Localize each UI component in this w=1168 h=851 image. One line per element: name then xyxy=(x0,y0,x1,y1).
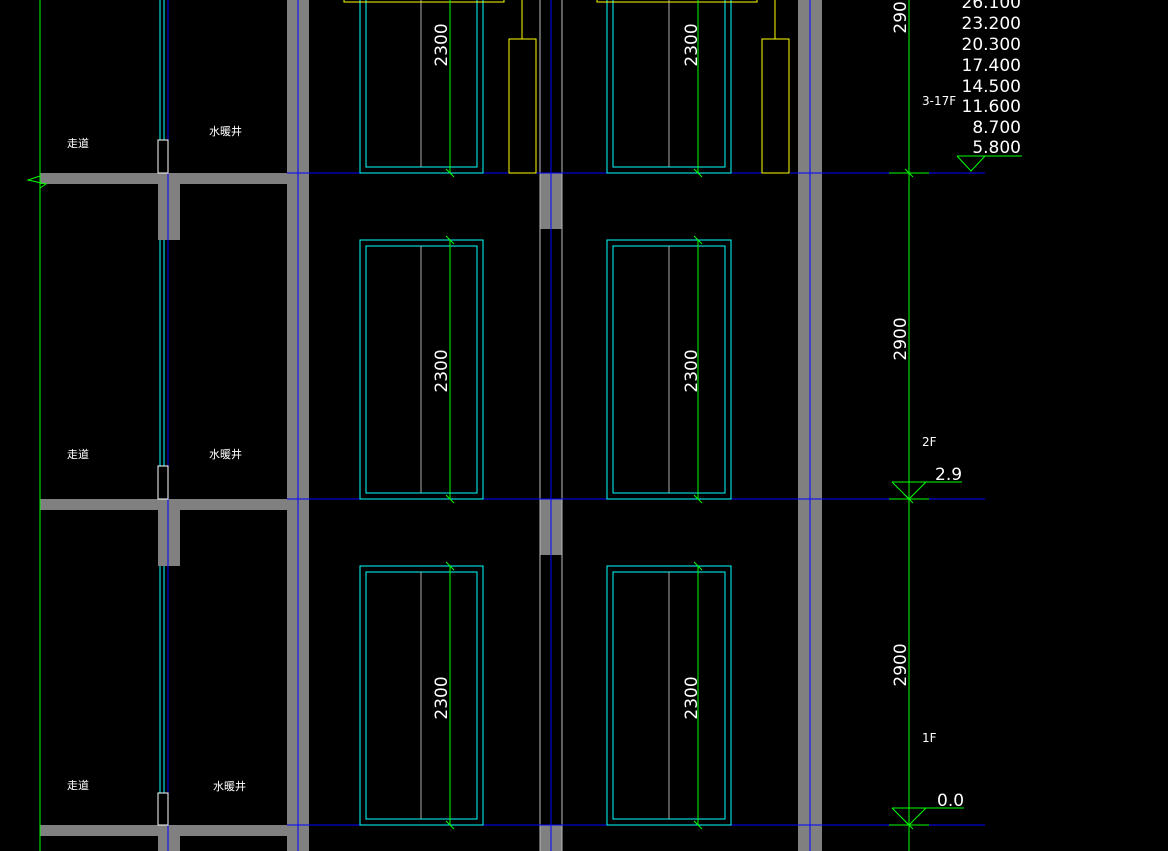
elevation-value: 23.200 xyxy=(962,14,1021,34)
equipment-box xyxy=(508,38,537,174)
floor-tags: 3-17F 2F 1F xyxy=(922,94,956,745)
floor-dimension-text: 2900 xyxy=(891,317,911,360)
door-dimension-text: 2300 xyxy=(682,676,702,719)
wall-stub xyxy=(158,173,180,240)
floor-elevation: 0.0 xyxy=(937,791,964,811)
elevator-door xyxy=(359,239,484,500)
floor-elevation: 2.9 xyxy=(935,465,962,485)
elevator-door xyxy=(359,0,484,174)
room-label-corridor: 走道 xyxy=(67,447,89,461)
equipment xyxy=(343,0,790,174)
elevator-door xyxy=(606,239,732,500)
room-label-corridor: 走道 xyxy=(67,136,89,150)
door-dimension-texts: 2300 2300 2300 2300 2300 2300 xyxy=(432,23,702,719)
elevation-value: 26.100 xyxy=(962,0,1021,13)
cad-drawing-canvas[interactable]: 走道 水暖井 走道 水暖井 走道 水暖井 2300 2300 2300 2300… xyxy=(0,0,1168,851)
floor-dimension-text: 2900 xyxy=(891,0,911,34)
door-dimension-text: 2300 xyxy=(432,349,452,392)
elevation-value: 8.700 xyxy=(972,118,1021,138)
shaft-window-lines xyxy=(159,0,165,793)
dimension-lines xyxy=(445,0,1022,851)
elevator-door xyxy=(606,565,732,826)
wall-edges xyxy=(297,0,811,851)
floor-tag: 1F xyxy=(922,731,937,745)
floor-dimension-text: 2900 xyxy=(891,643,911,686)
floor-elevations: 2.9 0.0 xyxy=(935,465,964,811)
door-dimension-text: 2300 xyxy=(432,23,452,66)
elevation-value: 14.500 xyxy=(962,77,1021,97)
equipment-box xyxy=(761,38,790,174)
elevation-value: 5.800 xyxy=(972,138,1021,158)
elevator-doors xyxy=(359,0,732,826)
room-labels: 走道 水暖井 走道 水暖井 走道 水暖井 xyxy=(67,124,246,793)
room-label-water-shaft: 水暖井 xyxy=(209,124,242,138)
wall-stub xyxy=(158,825,180,851)
walls xyxy=(40,0,822,851)
room-label-corridor: 走道 xyxy=(67,778,89,792)
left-break-line xyxy=(26,0,48,851)
equipment-beam xyxy=(343,0,505,3)
equipment-beam xyxy=(596,0,758,3)
floor-tag: 3-17F xyxy=(922,94,956,108)
floor-dimension-texts: 2900 2900 2900 xyxy=(891,0,911,687)
elevator-door xyxy=(606,0,732,174)
wall-stub xyxy=(158,499,180,566)
floor-tag: 2F xyxy=(922,435,937,449)
door-dimension-text: 2300 xyxy=(682,349,702,392)
elevation-value: 11.600 xyxy=(962,97,1021,117)
elevator-door xyxy=(359,565,484,826)
room-label-water-shaft: 水暖井 xyxy=(213,779,246,793)
elevation-value: 17.400 xyxy=(962,56,1021,76)
room-label-water-shaft: 水暖井 xyxy=(209,447,242,461)
elevation-list: 26.100 23.200 20.300 17.400 14.500 11.60… xyxy=(962,0,1021,158)
door-dimension-text: 2300 xyxy=(682,23,702,66)
elevation-value: 20.300 xyxy=(962,35,1021,55)
door-dimension-text: 2300 xyxy=(432,676,452,719)
